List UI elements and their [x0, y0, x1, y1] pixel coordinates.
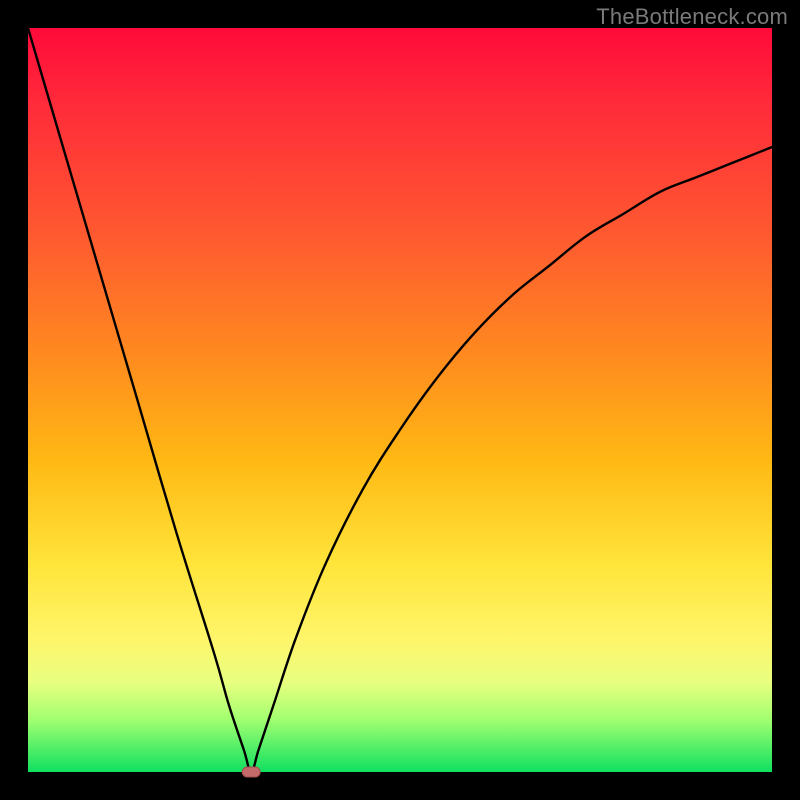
plot-area [28, 28, 772, 772]
chart-frame: TheBottleneck.com [0, 0, 800, 800]
watermark-text: TheBottleneck.com [596, 4, 788, 30]
curve-path [28, 28, 772, 772]
bottleneck-curve [28, 28, 772, 772]
optimal-point-marker [242, 767, 260, 777]
